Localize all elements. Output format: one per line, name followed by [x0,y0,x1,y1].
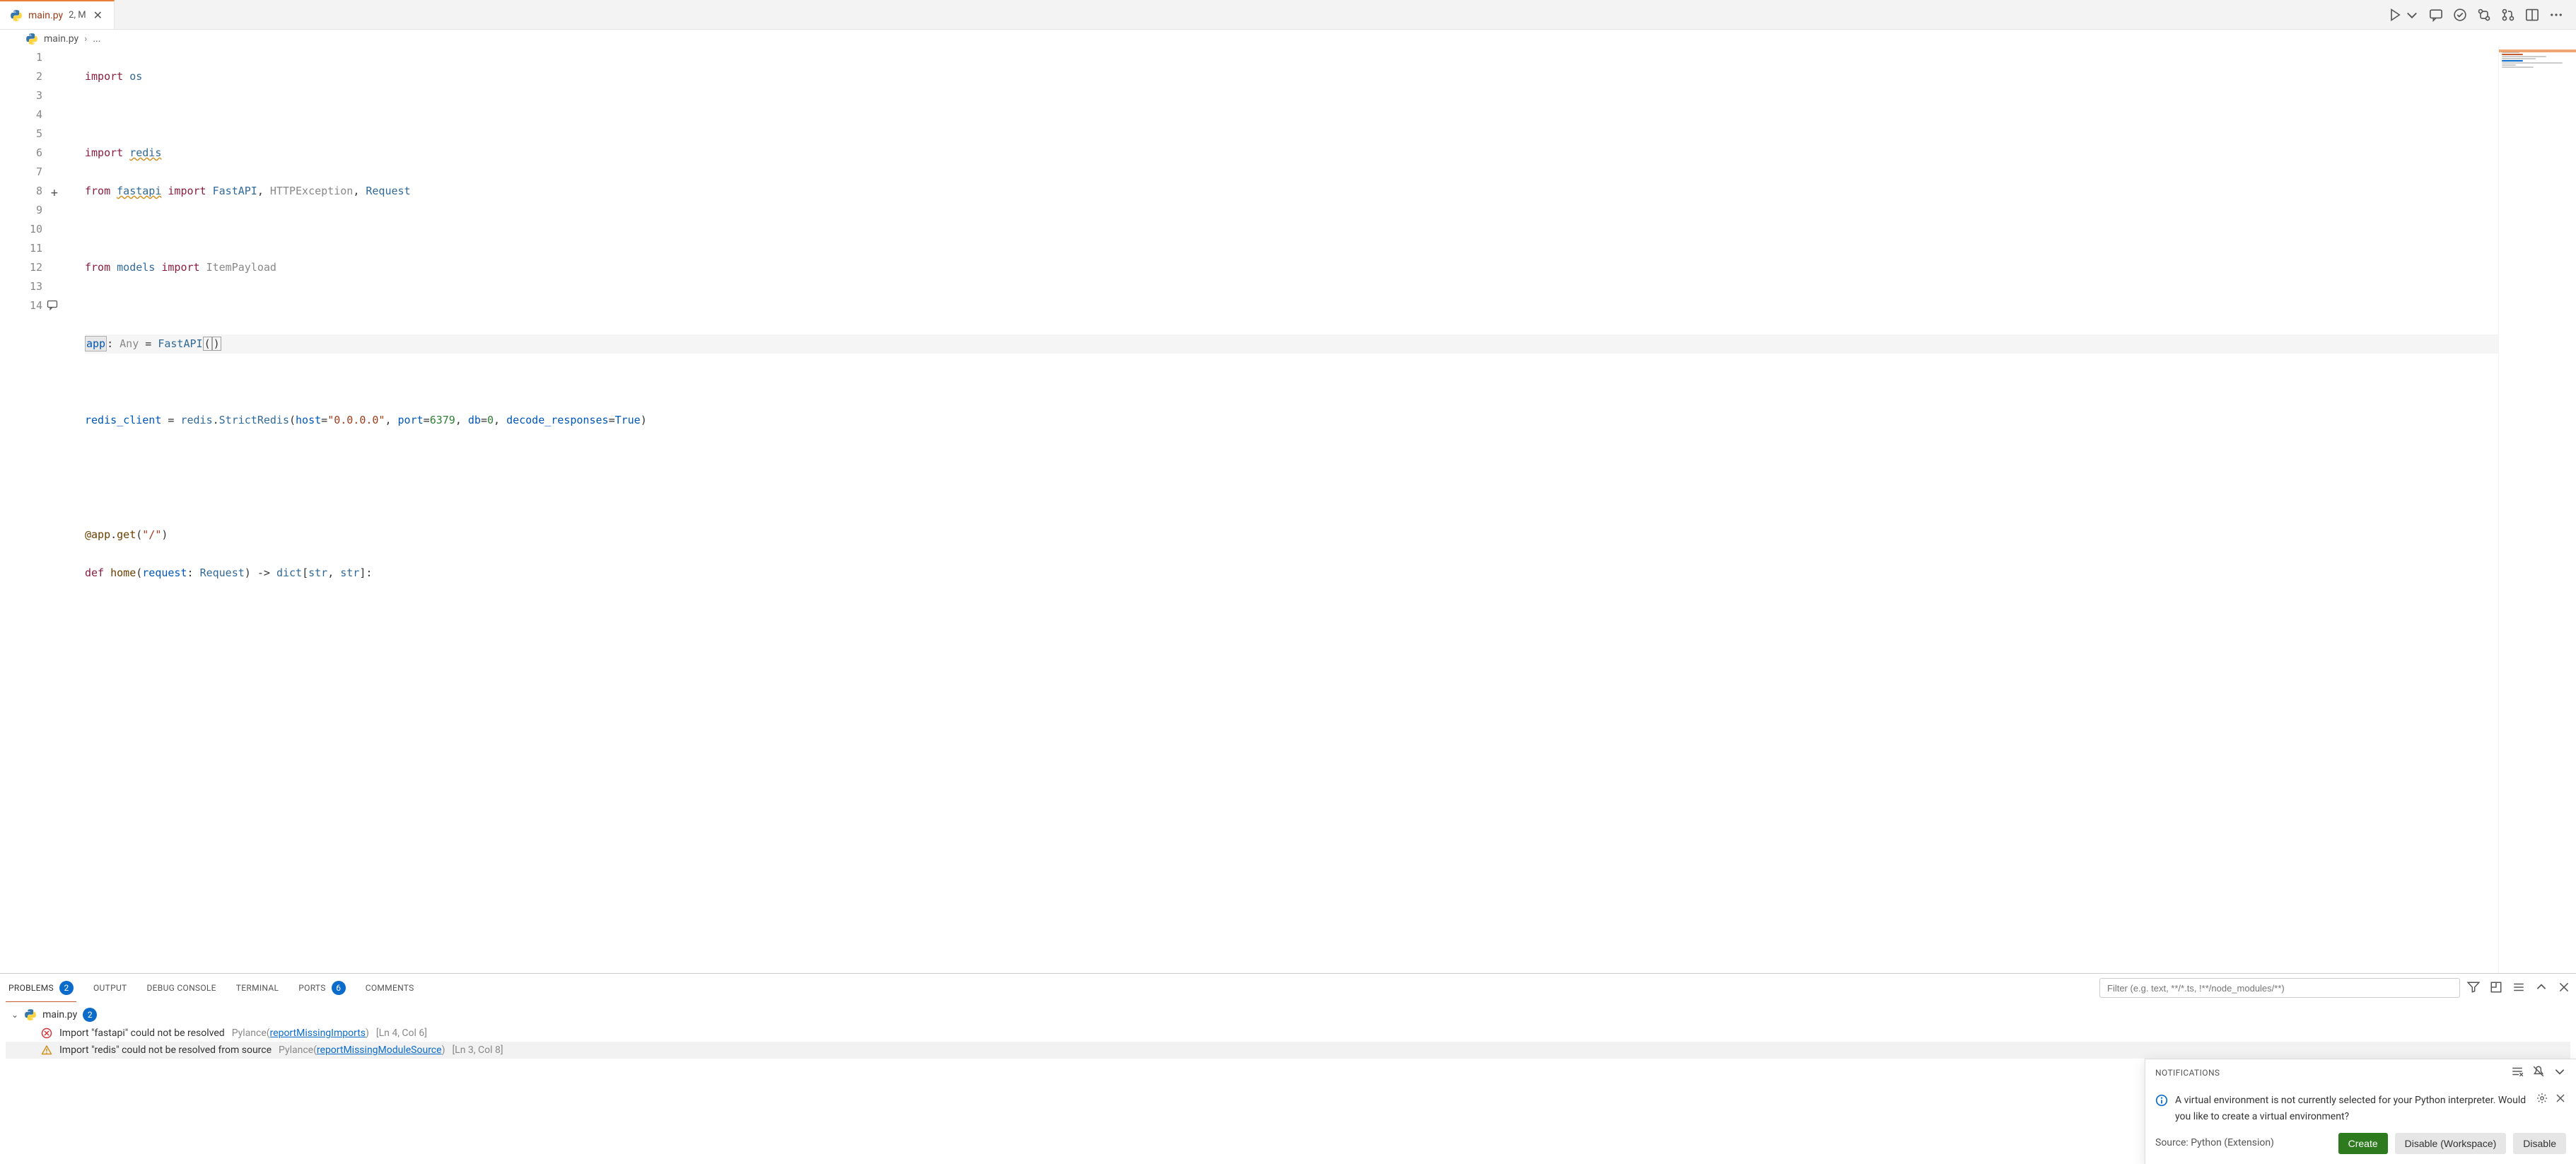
breadcrumb[interactable]: main.py › ... [0,30,2576,47]
breadcrumb-filename: main.py [44,33,78,45]
problem-location: [Ln 3, Col 8] [452,1044,503,1056]
chevron-down-icon[interactable] [2405,8,2419,22]
create-button[interactable]: Create [2338,1133,2388,1154]
problem-message: Import "fastapi" could not be resolved [59,1028,225,1039]
tab-comments[interactable]: COMMENTS [363,974,417,1002]
info-icon [2155,1094,2168,1124]
code-editor[interactable]: import os import redis from fastapi impo… [49,47,2498,973]
line-number[interactable]: 14 [0,296,42,315]
problems-file-row[interactable]: ⌄ main.py 2 [6,1005,2570,1025]
line-number[interactable]: 9 [0,201,42,220]
panel-actions [2467,981,2570,996]
python-icon [25,33,38,45]
tab-ports[interactable]: PORTS 6 [296,974,348,1002]
file-problem-count: 2 [83,1008,97,1022]
gear-icon[interactable] [2536,1093,2548,1107]
minimap[interactable] [2498,47,2576,973]
line-number[interactable]: 3 [0,86,42,105]
chevron-up-icon[interactable] [2535,981,2548,996]
line-number[interactable]: 4 [0,105,42,124]
error-icon [41,1028,52,1039]
chevron-down-icon: ⌄ [11,1010,18,1020]
line-number[interactable]: 2 [0,67,42,86]
notification-header-label: NOTIFICATIONS [2155,1068,2220,1078]
line-number[interactable]: 6 [0,144,42,163]
tab-badge: 2, M [69,10,86,21]
editor-area: 1 2 3 4 5 6 7 8+ 9 10 11 12 13 14 import… [0,47,2576,973]
run-icon[interactable] [2388,8,2402,22]
problems-filename: main.py [42,1009,77,1020]
disable-workspace-button[interactable]: Disable (Workspace) [2395,1133,2507,1154]
problem-link[interactable]: reportMissingModuleSource [317,1044,442,1056]
problem-item[interactable]: Import "redis" could not be resolved fro… [6,1042,2570,1059]
notification-popup: NOTIFICATIONS A virtual environment is n… [2145,1059,2576,1164]
close-icon[interactable] [2558,981,2570,996]
check-icon[interactable] [2453,8,2467,22]
disable-button[interactable]: Disable [2513,1133,2566,1154]
tab-problems[interactable]: PROBLEMS 2 [6,974,76,1002]
view-mode-icon[interactable] [2512,981,2525,996]
tab-filename: main.py [28,10,63,21]
git-pr-icon[interactable] [2501,8,2515,22]
mute-icon[interactable] [2532,1065,2545,1080]
bottom-panel: PROBLEMS 2 OUTPUT DEBUG CONSOLE TERMINAL… [0,973,2576,1164]
problem-location: [Ln 4, Col 6] [376,1028,427,1039]
comment-icon[interactable] [2429,8,2443,22]
filter-icon[interactable] [2467,981,2480,996]
problem-link[interactable]: reportMissingImports [270,1028,366,1039]
problem-item[interactable]: Import "fastapi" could not be resolved P… [6,1025,2570,1042]
chevron-down-icon[interactable] [2553,1065,2566,1080]
split-editor-icon[interactable] [2525,8,2539,22]
branch-compare-icon[interactable] [2477,8,2491,22]
breadcrumb-more: ... [93,33,100,45]
tab-output[interactable]: OUTPUT [91,974,130,1002]
problems-count-badge: 2 [59,981,74,995]
tab-terminal[interactable]: TERMINAL [233,974,281,1002]
line-number[interactable]: 10 [0,220,42,239]
line-number[interactable]: 7 [0,163,42,182]
close-icon[interactable]: ✕ [92,8,104,22]
problem-message: Import "redis" could not be resolved fro… [59,1044,272,1056]
editor-root: main.py 2, M ✕ [0,0,2576,1164]
close-icon[interactable] [2555,1093,2566,1107]
line-number[interactable]: 13 [0,277,42,296]
chevron-right-icon: › [84,33,87,45]
tab-main-py[interactable]: main.py 2, M ✕ [0,0,115,29]
line-number[interactable]: 1 [0,48,42,67]
python-icon [24,1008,37,1021]
tabbar-actions [2388,8,2576,22]
python-icon [10,9,23,22]
notification-item: A virtual environment is not currently s… [2145,1086,2576,1164]
ports-count-badge: 6 [332,981,346,995]
notification-message: A virtual environment is not currently s… [2175,1093,2529,1124]
line-gutter: 1 2 3 4 5 6 7 8+ 9 10 11 12 13 14 [0,47,49,973]
tabbar: main.py 2, M ✕ [0,0,2576,30]
collapse-icon[interactable] [2490,981,2502,996]
line-number[interactable]: 12 [0,258,42,277]
line-number[interactable]: 5 [0,124,42,144]
tab-problems-label: PROBLEMS [8,983,54,993]
line-number[interactable]: 8+ [0,182,42,201]
line-number[interactable]: 11 [0,239,42,258]
problems-filter-input[interactable] [2099,978,2460,998]
panel-tabs: PROBLEMS 2 OUTPUT DEBUG CONSOLE TERMINAL… [0,974,2576,1002]
more-icon[interactable] [2549,8,2563,22]
warning-icon [41,1044,52,1056]
notification-header: NOTIFICATIONS [2145,1059,2576,1086]
clear-all-icon[interactable] [2511,1065,2524,1080]
tabs-container: main.py 2, M ✕ [0,0,115,29]
tab-debug-console[interactable]: DEBUG CONSOLE [144,974,219,1002]
